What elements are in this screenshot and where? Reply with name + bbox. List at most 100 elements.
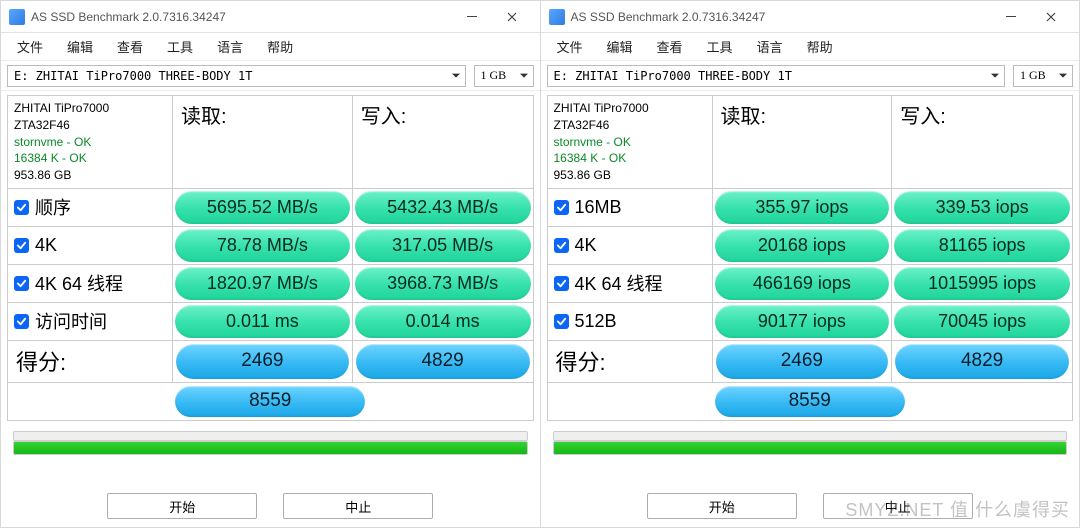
menu-file[interactable]: 文件 bbox=[7, 35, 53, 58]
write-value: 317.05 MB/s bbox=[355, 229, 531, 262]
test-checkbox[interactable] bbox=[554, 200, 569, 215]
test-row: 4K 64 线程1820.97 MB/s3968.73 MB/s bbox=[7, 265, 534, 303]
test-label: 顺序 bbox=[8, 189, 173, 226]
test-row: 512B90177 iops70045 iops bbox=[547, 303, 1074, 341]
read-value: 20168 iops bbox=[715, 229, 890, 262]
minimize-button[interactable] bbox=[991, 1, 1031, 33]
read-value: 1820.97 MB/s bbox=[175, 267, 350, 300]
menu-edit[interactable]: 编辑 bbox=[57, 35, 103, 58]
test-checkbox[interactable] bbox=[554, 238, 569, 253]
drive-model: ZHITAI TiPro7000 bbox=[14, 100, 166, 117]
menu-edit[interactable]: 编辑 bbox=[597, 35, 643, 58]
write-value: 339.53 iops bbox=[894, 191, 1070, 224]
test-name: 4K 64 线程 bbox=[35, 270, 123, 296]
test-checkbox[interactable] bbox=[14, 200, 29, 215]
score-read: 2469 bbox=[176, 344, 349, 379]
read-value: 90177 iops bbox=[715, 305, 890, 338]
abort-button[interactable]: 中止 bbox=[823, 493, 973, 519]
drive-bar: E: ZHITAI TiPro7000 THREE-BODY 1T 1 GB bbox=[1, 61, 540, 91]
test-label: 访问时间 bbox=[8, 303, 173, 340]
test-label: 4K 64 线程 bbox=[8, 265, 173, 302]
menu-tools[interactable]: 工具 bbox=[697, 35, 743, 58]
test-row: 16MB 355.97 iops339.53 iops bbox=[547, 189, 1074, 227]
menu-help[interactable]: 帮助 bbox=[797, 35, 843, 58]
test-checkbox[interactable] bbox=[14, 314, 29, 329]
score-write: 4829 bbox=[356, 344, 530, 379]
test-name: 顺序 bbox=[35, 194, 71, 220]
column-write: 写入: bbox=[353, 96, 533, 188]
benchmark-window-right: AS SSD Benchmark 2.0.7316.34247 文件 编辑 查看… bbox=[541, 0, 1080, 528]
progress-sub bbox=[13, 431, 528, 441]
read-value: 5695.52 MB/s bbox=[175, 191, 350, 224]
progress-sub bbox=[553, 431, 1068, 441]
menubar: 文件 编辑 查看 工具 语言 帮助 bbox=[1, 33, 540, 61]
score-total: 8559 bbox=[175, 386, 365, 417]
drive-fw: ZTA32F46 bbox=[14, 117, 166, 134]
drive-info: ZHITAI TiPro7000 ZTA32F46 stornvme - OK … bbox=[8, 96, 173, 188]
drive-capacity: 953.86 GB bbox=[554, 167, 706, 184]
read-value: 466169 iops bbox=[715, 267, 890, 300]
drive-select[interactable]: E: ZHITAI TiPro7000 THREE-BODY 1T bbox=[7, 65, 466, 87]
score-read: 2469 bbox=[716, 344, 889, 379]
menu-tools[interactable]: 工具 bbox=[157, 35, 203, 58]
abort-button[interactable]: 中止 bbox=[283, 493, 433, 519]
test-name: 4K bbox=[35, 235, 57, 256]
test-row: 4K20168 iops81165 iops bbox=[547, 227, 1074, 265]
drive-model: ZHITAI TiPro7000 bbox=[554, 100, 706, 117]
test-name: 16MB bbox=[575, 197, 622, 218]
score-total: 8559 bbox=[715, 386, 905, 417]
test-label: 4K bbox=[548, 227, 713, 264]
test-row: 4K 78.78 MB/s317.05 MB/s bbox=[7, 227, 534, 265]
start-button[interactable]: 开始 bbox=[107, 493, 257, 519]
drive-bar: E: ZHITAI TiPro7000 THREE-BODY 1T 1 GB bbox=[541, 61, 1080, 91]
test-checkbox[interactable] bbox=[554, 276, 569, 291]
test-checkbox[interactable] bbox=[14, 238, 29, 253]
menu-help[interactable]: 帮助 bbox=[257, 35, 303, 58]
menu-view[interactable]: 查看 bbox=[647, 35, 693, 58]
score-label: 得分: bbox=[8, 341, 173, 382]
drive-capacity: 953.86 GB bbox=[14, 167, 166, 184]
start-button[interactable]: 开始 bbox=[647, 493, 797, 519]
menu-file[interactable]: 文件 bbox=[547, 35, 593, 58]
test-checkbox[interactable] bbox=[14, 276, 29, 291]
read-value: 355.97 iops bbox=[715, 191, 890, 224]
window-title: AS SSD Benchmark 2.0.7316.34247 bbox=[31, 10, 226, 24]
align-status: 16384 K - OK bbox=[14, 150, 166, 167]
driver-status: stornvme - OK bbox=[14, 134, 166, 151]
app-icon bbox=[549, 9, 565, 25]
menu-view[interactable]: 查看 bbox=[107, 35, 153, 58]
drive-select[interactable]: E: ZHITAI TiPro7000 THREE-BODY 1T bbox=[547, 65, 1006, 87]
score-write: 4829 bbox=[895, 344, 1069, 379]
test-label: 512B bbox=[548, 303, 713, 340]
align-status: 16384 K - OK bbox=[554, 150, 706, 167]
app-icon bbox=[9, 9, 25, 25]
column-read: 读取: bbox=[713, 96, 893, 188]
drive-info: ZHITAI TiPro7000 ZTA32F46 stornvme - OK … bbox=[548, 96, 713, 188]
close-button[interactable] bbox=[492, 1, 532, 33]
column-read: 读取: bbox=[173, 96, 353, 188]
test-name: 4K bbox=[575, 235, 597, 256]
write-value: 0.014 ms bbox=[355, 305, 531, 338]
menu-lang[interactable]: 语言 bbox=[747, 35, 793, 58]
write-value: 1015995 iops bbox=[894, 267, 1070, 300]
test-name: 512B bbox=[575, 311, 617, 332]
read-value: 0.011 ms bbox=[175, 305, 350, 338]
minimize-button[interactable] bbox=[452, 1, 492, 33]
size-select[interactable]: 1 GB bbox=[1013, 65, 1073, 87]
titlebar: AS SSD Benchmark 2.0.7316.34247 bbox=[1, 1, 540, 33]
test-label: 4K 64 线程 bbox=[548, 265, 713, 302]
test-row: 4K 64 线程 466169 iops1015995 iops bbox=[547, 265, 1074, 303]
titlebar: AS SSD Benchmark 2.0.7316.34247 bbox=[541, 1, 1080, 33]
window-title: AS SSD Benchmark 2.0.7316.34247 bbox=[571, 10, 766, 24]
benchmark-window-left: AS SSD Benchmark 2.0.7316.34247 文件 编辑 查看… bbox=[0, 0, 541, 528]
test-label: 16MB bbox=[548, 189, 713, 226]
close-button[interactable] bbox=[1031, 1, 1071, 33]
menubar: 文件 编辑 查看 工具 语言 帮助 bbox=[541, 33, 1080, 61]
progress-total bbox=[13, 441, 528, 455]
read-value: 78.78 MB/s bbox=[175, 229, 350, 262]
test-name: 访问时间 bbox=[35, 308, 107, 334]
size-select[interactable]: 1 GB bbox=[474, 65, 534, 87]
test-name: 4K 64 线程 bbox=[575, 270, 663, 296]
test-checkbox[interactable] bbox=[554, 314, 569, 329]
menu-lang[interactable]: 语言 bbox=[207, 35, 253, 58]
